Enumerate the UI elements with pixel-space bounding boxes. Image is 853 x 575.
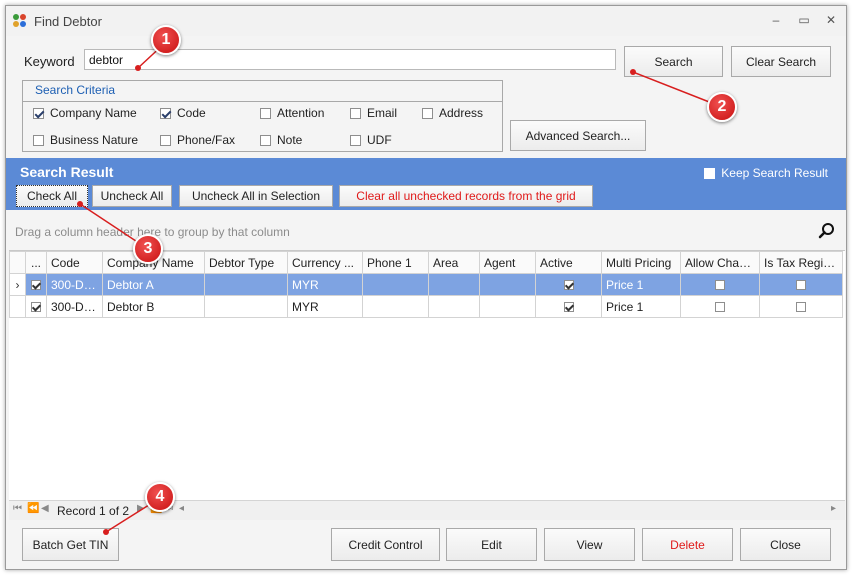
- callout-marker-3: 3: [133, 234, 163, 264]
- callout-marker-1: 1: [151, 25, 181, 55]
- callout-dot-2: [630, 69, 636, 75]
- callout-dot-1: [135, 65, 141, 71]
- callout-dot-4: [103, 529, 109, 535]
- callout-marker-4: 4: [145, 482, 175, 512]
- callout-marker-2: 2: [707, 92, 737, 122]
- annotation-lines: [77, 41, 723, 535]
- callout-dot-3: [77, 201, 83, 207]
